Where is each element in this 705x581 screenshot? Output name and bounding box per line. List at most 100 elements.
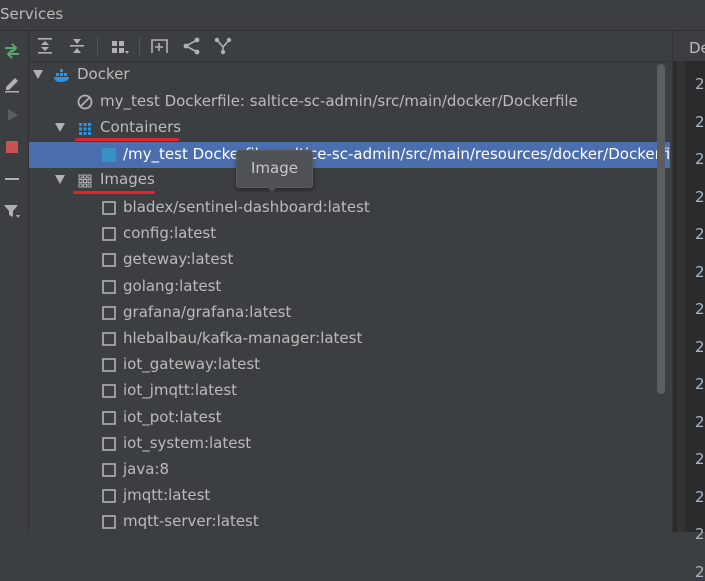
edit-icon[interactable] xyxy=(2,73,22,93)
window-title: Services xyxy=(0,5,64,23)
tree-label-image: iot_pot:latest xyxy=(123,407,222,426)
tree-label-image: java:8 xyxy=(123,460,170,478)
new-tab-icon[interactable] xyxy=(149,36,171,56)
tree-node-containers[interactable]: Containers xyxy=(29,115,670,141)
image-icon xyxy=(101,226,117,242)
image-icon xyxy=(101,200,117,216)
left-action-strip xyxy=(0,31,29,532)
run-icon[interactable] xyxy=(2,105,22,125)
details-line-digit: 2 xyxy=(695,562,705,581)
tree-node-image[interactable]: mqtt-server:latest xyxy=(29,509,670,532)
tree-label-image: grafana/grafana:latest xyxy=(123,302,292,321)
tree-node-image[interactable]: bladex/sentinel-dashboard:latest xyxy=(29,195,670,221)
tree-node-docker[interactable]: Docker xyxy=(29,62,670,88)
details-line-digit: 2 xyxy=(695,525,705,543)
tree-label-images: Images xyxy=(100,170,155,188)
details-line-digit: 2 xyxy=(695,300,705,318)
expand-arrow-icon[interactable] xyxy=(55,123,65,132)
details-panel-header: De xyxy=(673,31,705,61)
expand-arrow-icon[interactable] xyxy=(55,175,65,184)
tree-node-images[interactable]: Images xyxy=(29,167,670,194)
stop-icon[interactable] xyxy=(2,137,22,157)
details-line-digit: 2 xyxy=(695,187,705,206)
tooltip-text: Image xyxy=(251,159,298,177)
image-icon xyxy=(101,305,117,321)
collapse-all-icon[interactable] xyxy=(67,36,89,56)
image-icon xyxy=(101,410,117,426)
tree-label-image: iot_gateway:latest xyxy=(123,355,261,374)
services-toolbar xyxy=(29,31,670,62)
tree-node-image[interactable]: iot_gateway:latest xyxy=(29,352,670,378)
tree-node-image[interactable]: iot_jmqtt:latest xyxy=(29,378,670,404)
image-icon xyxy=(101,436,117,452)
tree-node-image[interactable]: jmqtt:latest xyxy=(29,483,670,509)
annotation-underline xyxy=(73,191,155,194)
image-icon xyxy=(101,331,117,347)
details-panel: De 2 2 2 2 2 2 2 2 2 2 2 2 2 2 xyxy=(672,31,705,581)
tree-label-image: hlebalbau/kafka-manager:latest xyxy=(123,329,363,347)
tree-node-image[interactable]: grafana/grafana:latest xyxy=(29,300,670,326)
container-icon xyxy=(101,147,117,163)
tree-node-image[interactable]: geteway:latest xyxy=(29,247,670,273)
tree-label-image: geteway:latest xyxy=(123,250,234,269)
image-icon xyxy=(101,514,117,530)
tree-label-image: config:latest xyxy=(123,224,217,243)
tooltip-tail xyxy=(266,186,278,192)
image-icon xyxy=(101,357,117,373)
group-by-icon[interactable] xyxy=(109,36,131,56)
tree-label-image: iot_jmqtt:latest xyxy=(123,381,238,400)
share-icon[interactable] xyxy=(181,36,203,56)
details-line-digit: 2 xyxy=(695,150,705,168)
tree-label-containers: Containers xyxy=(100,118,182,136)
details-gutter xyxy=(677,61,685,532)
tree-node-image[interactable]: iot_system:latest xyxy=(29,431,670,457)
docker-icon xyxy=(53,67,69,83)
details-line-digit: 2 xyxy=(695,487,705,506)
expand-all-icon[interactable] xyxy=(35,36,57,56)
tree-label-dockerfile: my_test Dockerfile: saltice-sc-admin/src… xyxy=(100,92,578,110)
tree-node-image[interactable]: hlebalbau/kafka-manager:latest xyxy=(29,326,670,352)
title-bar: Services xyxy=(0,0,705,31)
images-icon xyxy=(77,172,93,188)
image-icon xyxy=(101,462,117,478)
image-icon xyxy=(101,488,117,504)
annotation-underline xyxy=(75,138,179,141)
image-icon xyxy=(101,279,117,295)
details-line-digit: 2 xyxy=(695,225,705,243)
image-icon xyxy=(101,383,117,399)
tree-label-image: iot_system:latest xyxy=(123,433,252,452)
image-icon xyxy=(101,252,117,268)
details-line-digit: 2 xyxy=(695,337,705,356)
details-panel-tab[interactable]: De xyxy=(689,39,705,57)
rerun-icon[interactable] xyxy=(2,41,22,61)
tree-label-container: /my_test Dockerfile: saltice-sc-admin/sr… xyxy=(123,145,670,163)
details-line-digit: 2 xyxy=(695,412,705,431)
details-line-digit: 2 xyxy=(695,75,705,93)
tree-label-image: jmqtt:latest xyxy=(123,486,211,505)
tooltip: Image xyxy=(236,150,313,192)
filter-branch-icon[interactable] xyxy=(213,36,235,56)
details-line-digit: 2 xyxy=(695,375,705,393)
toolbar-separator xyxy=(97,37,98,55)
services-tree: Docker my_test Dockerfile: saltice-sc-ad… xyxy=(29,62,670,532)
expand-arrow-icon[interactable] xyxy=(33,70,43,79)
tree-node-image[interactable]: java:8 xyxy=(29,457,670,483)
tree-node-image[interactable]: iot_pot:latest xyxy=(29,405,670,431)
filter-icon[interactable] xyxy=(2,201,22,221)
stopped-icon xyxy=(77,94,93,110)
tree-label-docker: Docker xyxy=(77,65,130,83)
details-line-digit: 2 xyxy=(695,112,705,131)
tree-node-container-selected[interactable]: /my_test Dockerfile: saltice-sc-admin/sr… xyxy=(29,142,670,168)
tree-node-dockerfile[interactable]: my_test Dockerfile: saltice-sc-admin/src… xyxy=(29,89,670,115)
tree-label-image: golang:latest xyxy=(123,276,222,295)
details-line-digit: 2 xyxy=(695,262,705,281)
minus-icon[interactable] xyxy=(2,169,22,189)
tree-label-image: mqtt-server:latest xyxy=(123,512,259,531)
tree-node-image[interactable]: config:latest xyxy=(29,221,670,247)
toolbar-separator xyxy=(139,37,140,55)
tree-scrollbar[interactable] xyxy=(657,64,665,394)
tree-node-image[interactable]: golang:latest xyxy=(29,274,670,300)
containers-icon xyxy=(77,120,93,136)
details-line-digit: 2 xyxy=(695,450,705,468)
tree-label-image: bladex/sentinel-dashboard:latest xyxy=(123,198,370,216)
